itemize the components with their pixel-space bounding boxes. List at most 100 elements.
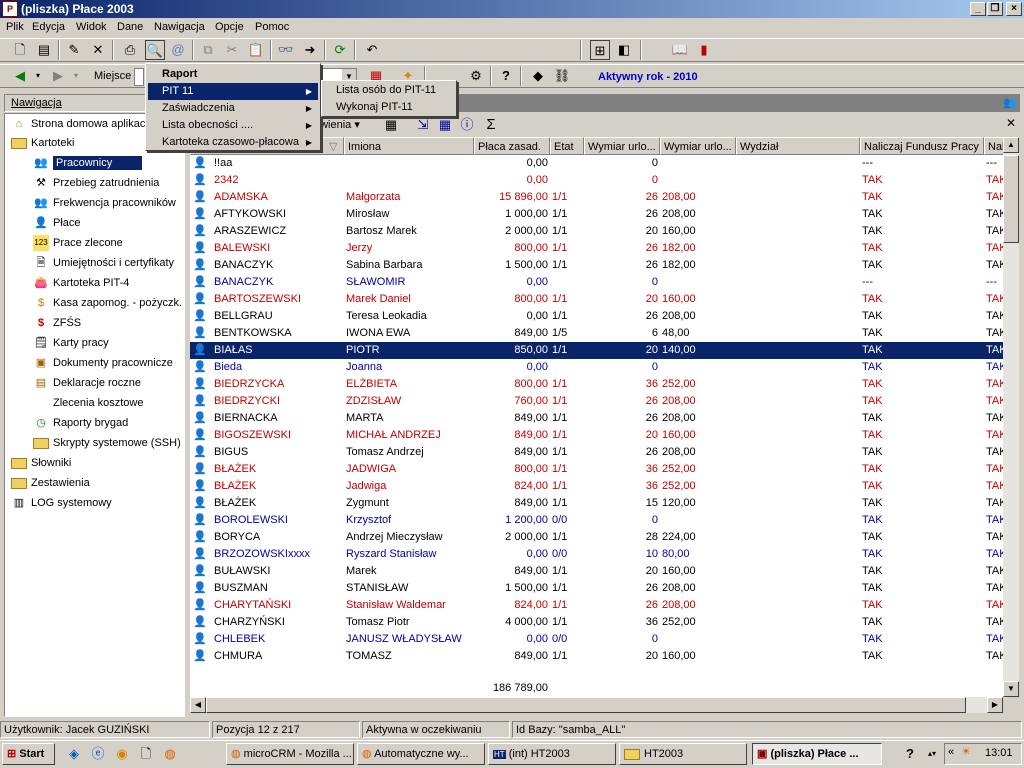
scroll-thumb-horizontal[interactable] bbox=[206, 697, 966, 713]
column-header-imiona[interactable]: Imiona bbox=[344, 137, 474, 155]
menu-plik[interactable]: Plik bbox=[6, 21, 24, 33]
properties-icon[interactable]: ▤ bbox=[34, 40, 54, 60]
table-row[interactable]: 👤 BRZOZOWSKIxxxx Ryszard Stanisław 0,00 0/0 1… bbox=[190, 546, 1003, 563]
sun-icon[interactable]: ☀ bbox=[961, 745, 971, 758]
table-row[interactable]: 👤 BUŁAWSKI Marek 849,00 1/1 20 160,00 TAK TAK bbox=[190, 563, 1003, 580]
table-row[interactable]: 👤 ADAMSKA Małgorzata 15 896,00 1/1 26 208,00 TA… bbox=[190, 189, 1003, 206]
table-row[interactable]: 👤 BIEDRZYCKI ZDZISŁAW 760,00 1/1 26 208,00 TAK T… bbox=[190, 393, 1003, 410]
table-row[interactable]: 👤 BŁAŻEK Jadwiga 824,00 1/1 36 252,00 TAK TAK bbox=[190, 478, 1003, 495]
table-row[interactable]: 👤 BELLGRAU Teresa Leokadia 0,00 1/1 26 208,00 T… bbox=[190, 308, 1003, 325]
nav-item-zlecenia-kosztowe[interactable]: Zlecenia kosztowe bbox=[33, 394, 144, 413]
sum-icon[interactable]: Σ bbox=[481, 115, 501, 135]
gears-icon[interactable]: ⚙ bbox=[466, 66, 486, 86]
title-bar[interactable]: P (pliszka) Płace 2003 _ ❐ × bbox=[0, 0, 1024, 18]
table-row[interactable]: 👤 BOROLEWSKI Krzysztof 1 200,00 0/0 0 TAK TAK bbox=[190, 512, 1003, 529]
column-header-fundusz-pracy[interactable]: Naliczaj Fundusz Pracy bbox=[860, 137, 984, 155]
forward-dropdown-icon[interactable]: ▾ bbox=[66, 66, 86, 86]
nav-item-pracownicy[interactable]: 👥 Pracownicy bbox=[33, 154, 143, 173]
users-icon[interactable]: 👥 bbox=[1002, 95, 1018, 111]
table-row[interactable]: 👤 BŁAŻEK Zygmunt 849,00 1/1 15 120,00 TAK TAK bbox=[190, 495, 1003, 512]
close-button[interactable]: × bbox=[1006, 2, 1022, 16]
column-header-wymiar2[interactable]: Wymiar urlo... bbox=[660, 137, 736, 155]
table-row[interactable]: 👤 BALEWSKI Jerzy 800,00 1/1 26 182,00 TAK TAK bbox=[190, 240, 1003, 257]
forward-icon[interactable]: ▶ bbox=[48, 66, 68, 86]
table-row[interactable]: 👤 BŁAŻEK JADWIGA 800,00 1/1 36 252,00 TAK TAK bbox=[190, 461, 1003, 478]
table-row[interactable]: 👤 BUSZMAN STANISŁAW 1 500,00 1/1 26 208,00 TAK T… bbox=[190, 580, 1003, 597]
menu-item-pit11[interactable]: PIT 11 ▶ bbox=[148, 83, 318, 100]
eraser-icon[interactable]: ◆ bbox=[528, 66, 548, 86]
menu-edycja[interactable]: Edycja bbox=[32, 21, 65, 33]
grid-settings-icon[interactable]: ▦ bbox=[381, 115, 401, 135]
link-icon[interactable]: ⛓ bbox=[552, 66, 572, 86]
show-desktop-icon[interactable]: ◈ bbox=[64, 744, 84, 764]
table-row[interactable]: 👤 CHARYTAŃSKI Stanisław Waldemar 824,00 1/1 2… bbox=[190, 597, 1003, 614]
table-row[interactable]: 👤 BORYCA Andrzej Mieczysław 2 000,00 1/1 28 22… bbox=[190, 529, 1003, 546]
table-row[interactable]: 👤 BANACZYK Sabina Barbara 1 500,00 1/1 26 182,… bbox=[190, 257, 1003, 274]
column-header-wydzial[interactable]: Wydział bbox=[736, 137, 860, 155]
back-dropdown-icon[interactable]: ▾ bbox=[28, 66, 48, 86]
table-row[interactable]: 👤 CHARZYŃSKI Tomasz Piotr 4 000,00 1/1 36 252,… bbox=[190, 614, 1003, 631]
nav-item-kartoteki[interactable]: Kartoteki bbox=[11, 134, 74, 153]
task-place[interactable]: ▣ (pliszka) Płace ... bbox=[752, 743, 882, 765]
scroll-up-icon[interactable]: ▲ bbox=[1003, 137, 1019, 153]
export-icon[interactable]: ⇲ bbox=[413, 115, 433, 135]
column-header-wymiar1[interactable]: Wymiar urlo... bbox=[584, 137, 660, 155]
help-book-icon[interactable]: 📖 bbox=[670, 40, 690, 60]
document-icon[interactable]: 🗋 bbox=[136, 744, 156, 764]
task-ht2003-folder[interactable]: HT2003 bbox=[619, 743, 747, 765]
menu-item-raport[interactable]: Raport bbox=[148, 66, 318, 83]
cut-icon[interactable]: ✂ bbox=[222, 40, 242, 60]
horizontal-scrollbar[interactable]: ◀ ▶ bbox=[190, 697, 1003, 713]
task-microcrm[interactable]: ◍ microCRM - Mozilla ... bbox=[226, 743, 354, 765]
split-view-icon[interactable]: ◧ bbox=[614, 40, 634, 60]
vertical-scrollbar[interactable]: ▲ ▼ bbox=[1003, 137, 1019, 697]
help-icon[interactable]: ? bbox=[496, 66, 516, 86]
nav-item-przebieg-zatrudnienia[interactable]: ⚒ Przebieg zatrudnienia bbox=[33, 174, 159, 193]
nav-item-deklaracje[interactable]: ▤ Deklaracje roczne bbox=[33, 374, 141, 393]
nav-item-frekwencja[interactable]: 👥 Frekwencja pracowników bbox=[33, 194, 176, 213]
nav-item-prace-zlecone[interactable]: 123 Prace zlecone bbox=[33, 234, 123, 253]
panel-close-icon[interactable]: ✕ bbox=[1006, 116, 1016, 130]
table-row[interactable]: 👤 ARASZEWICZ Bartosz Marek 2 000,00 1/1 20 160… bbox=[190, 223, 1003, 240]
restore-button[interactable]: ❐ bbox=[987, 2, 1003, 16]
task-int-ht2003[interactable]: HT (int) HT2003 bbox=[488, 743, 616, 765]
table-row[interactable]: 👤 CHMURA TOMASZ 849,00 1/1 20 160,00 TAK TAK bbox=[190, 648, 1003, 665]
tray-dropdown-icon[interactable]: ▴▾ bbox=[922, 744, 942, 764]
nav-item-dokumenty[interactable]: ▣ Dokumenty pracownicze bbox=[33, 354, 173, 373]
firefox-quicklaunch-icon[interactable]: ◍ bbox=[160, 744, 180, 764]
table-row[interactable]: 👤 BIGOSZEWSKI MICHAŁ ANDRZEJ 849,00 1/1 20 160… bbox=[190, 427, 1003, 444]
media-icon[interactable]: ◉ bbox=[112, 744, 132, 764]
scroll-left-icon[interactable]: ◀ bbox=[190, 697, 206, 713]
tray-expand-icon[interactable]: « bbox=[948, 746, 954, 758]
nav-item-raporty-brygad[interactable]: ◷ Raporty brygad bbox=[33, 414, 128, 433]
menu-nawigacja[interactable]: Nawigacja bbox=[154, 21, 205, 33]
table-row[interactable]: 👤 BIEDRZYCKA ELŻBIETA 800,00 1/1 36 252,00 TAK T… bbox=[190, 376, 1003, 393]
nav-item-zestawienia[interactable]: Zestawienia bbox=[11, 474, 90, 493]
table-row[interactable]: 👤 !!aa 0,00 0 --- --- bbox=[190, 155, 1003, 172]
help-tray-icon[interactable]: ? bbox=[900, 744, 920, 764]
table-icon[interactable]: ▦ bbox=[435, 115, 455, 135]
print-preview-icon[interactable]: 🔍 bbox=[145, 40, 165, 60]
table-row[interactable]: 👤 BENTKOWSKA IWONA EWA 849,00 1/5 6 48,00 TAK TA… bbox=[190, 325, 1003, 342]
menu-item-lista-obecnosci[interactable]: Lista obecności .... ▶ bbox=[148, 117, 318, 134]
nav-item-log[interactable]: ▥ LOG systemowy bbox=[11, 494, 112, 513]
task-automatyczne[interactable]: ◍ Automatyczne wy... bbox=[357, 743, 485, 765]
edit-icon[interactable]: ✎ bbox=[64, 40, 84, 60]
employees-grid[interactable]: ▽ Imiona Płaca zasad. Etat Wymiar urlo..… bbox=[190, 137, 1003, 696]
table-row[interactable]: 👤 CHLEBEK JANUSZ WŁADYSŁAW 0,00 0/0 0 TAK TAK bbox=[190, 631, 1003, 648]
new-document-icon[interactable]: 🗋 bbox=[10, 40, 30, 60]
start-button[interactable]: ⊞ Start bbox=[2, 743, 55, 765]
table-row[interactable]: 👤 BIGUS Tomasz Andrzej 849,00 1/1 26 208,00 TAK… bbox=[190, 444, 1003, 461]
table-row[interactable]: 👤 BIERNACKA MARTA 849,00 1/1 26 208,00 TAK TAK bbox=[190, 410, 1003, 427]
tree-view-icon[interactable]: ⊞ bbox=[590, 40, 610, 60]
app-icon[interactable]: P bbox=[2, 1, 18, 17]
paste-icon[interactable]: 📋 bbox=[246, 40, 266, 60]
undo-icon[interactable]: ↶ bbox=[362, 40, 382, 60]
browser-icon[interactable]: ⓔ bbox=[88, 744, 108, 764]
table-row[interactable]: 👤 BIAŁAS PIOTR 850,00 1/1 20 140,00 TAK TAK bbox=[190, 342, 1003, 359]
menu-opcje[interactable]: Opcje bbox=[215, 21, 244, 33]
scroll-thumb[interactable] bbox=[1003, 155, 1019, 243]
nav-item-place[interactable]: 👤 Płace bbox=[33, 214, 80, 233]
column-header-nal[interactable]: Nal bbox=[984, 137, 1003, 155]
table-row[interactable]: 👤 AFTYKOWSKI Mirosław 1 000,00 1/1 26 208,00 TA… bbox=[190, 206, 1003, 223]
